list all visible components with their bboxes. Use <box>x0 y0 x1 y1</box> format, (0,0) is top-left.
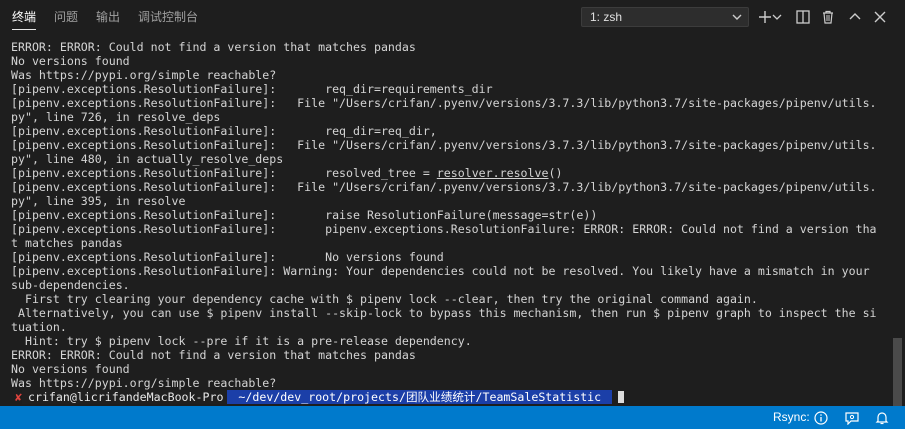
terminal-scrollbar[interactable] <box>893 338 902 406</box>
terminal-line: [pipenv.exceptions.ResolutionFailure]: r… <box>11 208 598 222</box>
tab-output[interactable]: 输出 <box>84 0 120 34</box>
terminal-line: Alternatively, you can use $ pipenv inst… <box>11 306 877 320</box>
chevron-up-icon[interactable] <box>845 7 865 27</box>
tab-problems[interactable]: 问题 <box>42 0 78 34</box>
terminal-output[interactable]: ERROR: ERROR: Could not find a version t… <box>0 40 890 406</box>
terminal-line: [pipenv.exceptions.ResolutionFailure]: p… <box>11 222 877 236</box>
terminal-link[interactable]: resolver.resolve <box>437 166 549 180</box>
terminal-select-value: 1: zsh <box>590 10 623 24</box>
terminal-text: () <box>548 166 563 180</box>
terminal-line: [pipenv.exceptions.ResolutionFailure]: r… <box>11 82 493 96</box>
feedback-icon[interactable] <box>845 411 859 426</box>
terminal-line: ERROR: ERROR: Could not find a version t… <box>11 40 416 54</box>
tab-terminal[interactable]: 终端 <box>0 0 37 34</box>
terminal-line: py", line 726, in resolve_deps <box>11 110 221 124</box>
terminal-line: First try clearing your dependency cache… <box>11 292 758 306</box>
terminal-line: No versions found <box>11 362 130 376</box>
terminal-line: py", line 395, in resolve <box>11 194 186 208</box>
terminal-prompt[interactable]: ✘ crifan@licrifandeMacBook-Pro ~/dev/dev_… <box>11 390 890 404</box>
terminal-line: Was https://pypi.org/simple reachable? <box>11 68 277 82</box>
terminal-line: py", line 480, in actually_resolve_deps <box>11 152 284 166</box>
terminal-line: [pipenv.exceptions.ResolutionFailure]: F… <box>11 138 877 152</box>
panel-header: 终端 问题 输出 调试控制台 1: zsh <box>0 0 905 34</box>
terminal-select[interactable]: 1: zsh <box>581 7 749 27</box>
rsync-status[interactable]: Rsync: <box>773 406 810 429</box>
status-bar: Rsync: <box>0 406 905 429</box>
terminal-text: [pipenv.exceptions.ResolutionFailure]: r… <box>11 166 437 180</box>
terminal-line: [pipenv.exceptions.ResolutionFailure]: F… <box>11 180 877 194</box>
terminal-line: ERROR: ERROR: Could not find a version t… <box>11 348 416 362</box>
terminal-line: No versions found <box>11 54 130 68</box>
tab-debug-console[interactable]: 调试控制台 <box>126 0 198 34</box>
prompt-path: ~/dev/dev_root/projects/团队业绩统计/TeamSaleS… <box>227 390 613 404</box>
split-icon[interactable] <box>793 7 813 27</box>
terminal-line: [pipenv.exceptions.ResolutionFailure]: N… <box>11 250 444 264</box>
bell-icon[interactable] <box>875 411 889 425</box>
close-icon[interactable] <box>870 7 890 27</box>
panel-tabs: 终端 问题 输出 调试控制台 <box>0 0 204 34</box>
terminal-line: [pipenv.exceptions.ResolutionFailure]: r… <box>11 166 890 180</box>
terminal-line: t matches pandas <box>11 236 123 250</box>
prompt-user-host: crifan@licrifandeMacBook-Pro <box>21 390 228 404</box>
info-icon[interactable] <box>814 411 828 425</box>
chevron-down-icon <box>732 8 742 32</box>
terminal-line: [pipenv.exceptions.ResolutionFailure]: W… <box>11 264 870 278</box>
terminal-line: sub-dependencies. <box>11 278 130 292</box>
terminal-cursor <box>618 391 625 403</box>
terminal-line: [pipenv.exceptions.ResolutionFailure]: r… <box>11 124 437 138</box>
terminal-line: Hint: try $ pipenv lock --pre if it is a… <box>11 334 472 348</box>
error-status-icon: ✘ <box>15 390 22 404</box>
chevron-down-icon[interactable] <box>770 7 784 27</box>
trash-icon[interactable] <box>818 7 838 27</box>
terminal-line: tuation. <box>11 320 67 334</box>
terminal-line: Was https://pypi.org/simple reachable? <box>11 376 277 390</box>
terminal-line: [pipenv.exceptions.ResolutionFailure]: F… <box>11 96 877 110</box>
